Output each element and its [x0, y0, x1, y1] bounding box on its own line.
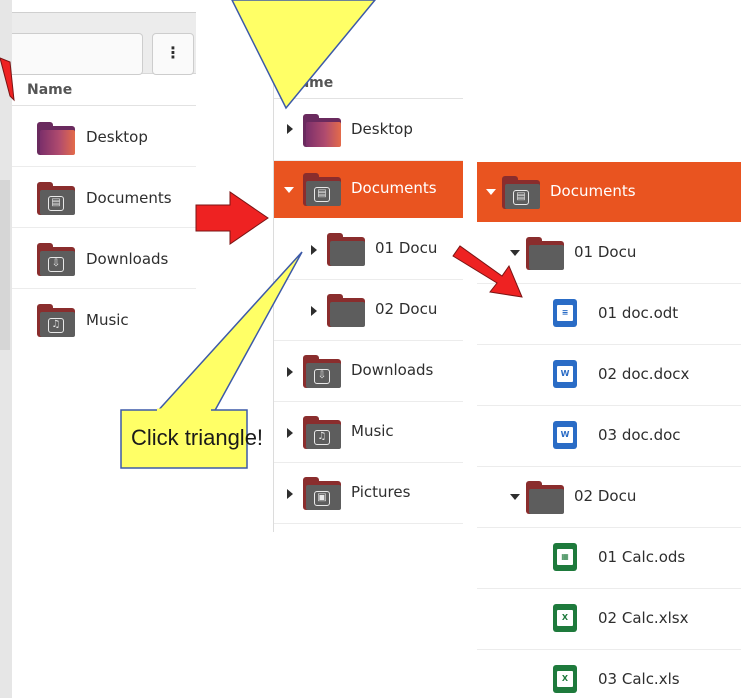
- top-callout-pointer: [231, 0, 376, 110]
- callout-text: Click triangle!: [131, 425, 264, 450]
- callout-pointer: [153, 251, 303, 415]
- annotation-overlay: [0, 0, 523, 469]
- red-arrow-expand: [195, 191, 269, 245]
- red-arrow-partial: [0, 57, 15, 102]
- red-arrow-result: [452, 245, 523, 298]
